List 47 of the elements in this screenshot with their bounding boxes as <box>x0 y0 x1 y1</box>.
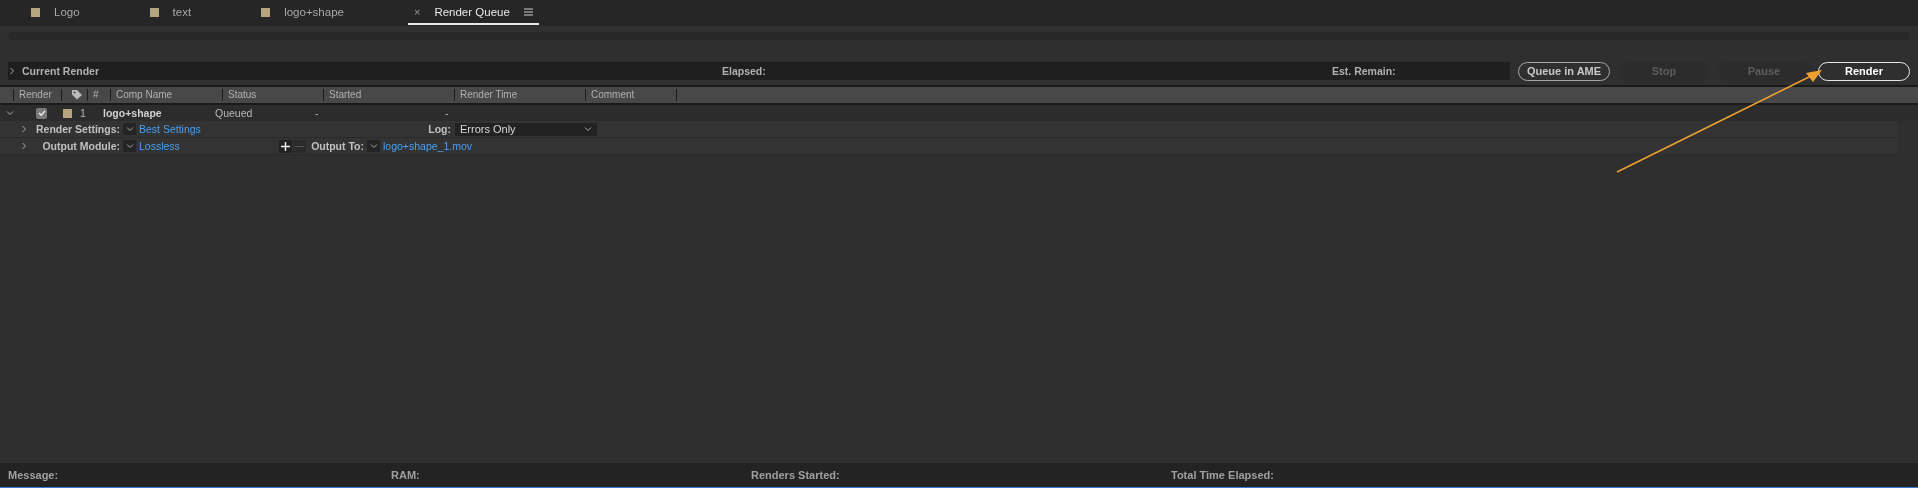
table-cell-text: logo+shape <box>103 107 163 119</box>
tab[interactable]: logo+shape <box>255 1 350 25</box>
column-header[interactable]: Render <box>13 89 61 101</box>
tab[interactable]: text <box>143 1 198 25</box>
settings-link[interactable]: Best Settings <box>139 123 319 135</box>
plus-icon[interactable] <box>279 139 292 153</box>
column-header[interactable]: Comp Name <box>110 89 222 101</box>
tag-icon <box>71 89 83 100</box>
table-cell-text: Queued <box>215 107 254 119</box>
checkbox[interactable] <box>36 107 47 119</box>
status-label: Total Time Elapsed: <box>1171 469 1275 481</box>
menu-icon[interactable] <box>523 8 533 16</box>
status-label: Renders Started: <box>751 469 841 481</box>
column-header[interactable]: Status <box>222 89 323 101</box>
log-dropdown[interactable]: Errors Only <box>455 122 597 136</box>
tab-label: text <box>172 6 192 18</box>
field-label: Log: <box>427 123 451 135</box>
chevron-down-icon[interactable] <box>6 109 14 117</box>
column-header[interactable]: Comment <box>585 89 676 101</box>
tab[interactable]: × Render Queue <box>407 1 539 25</box>
column-header[interactable]: Render Time <box>454 89 585 101</box>
tab-label: Logo <box>54 6 80 18</box>
field-label: Render Settings: <box>35 123 120 135</box>
column-header[interactable]: # <box>87 89 110 101</box>
chevron-right-icon[interactable] <box>8 67 16 75</box>
tab-label: Render Queue <box>434 6 510 18</box>
status-label: Message: <box>8 469 60 481</box>
tab-label: logo+shape <box>284 6 344 18</box>
table-cell-text: 1 <box>80 107 87 119</box>
elapsed-label: Elapsed: <box>722 65 767 77</box>
chevron-right-icon[interactable] <box>20 142 28 150</box>
file-link[interactable]: logo+shape_1.mov <box>383 140 473 152</box>
dropdown-value: Errors Only <box>460 123 516 135</box>
checkmark-icon <box>37 109 46 117</box>
tab[interactable]: Logo <box>25 1 86 25</box>
column-header[interactable]: Started <box>323 89 454 101</box>
table-cell-text: - <box>445 107 450 119</box>
section-title: Current Render <box>22 65 100 77</box>
table-cell-text: - <box>315 107 320 119</box>
settings-link[interactable]: Lossless <box>139 140 279 152</box>
chevron-down-icon[interactable] <box>584 125 592 133</box>
field-label: Output To: <box>310 140 364 152</box>
field-label: Output Module: <box>41 140 120 152</box>
close-icon[interactable]: × <box>413 6 421 18</box>
remain-label: Est. Remain: <box>1332 65 1396 77</box>
chevron-right-icon[interactable] <box>20 125 28 133</box>
status-label: RAM: <box>391 469 421 481</box>
